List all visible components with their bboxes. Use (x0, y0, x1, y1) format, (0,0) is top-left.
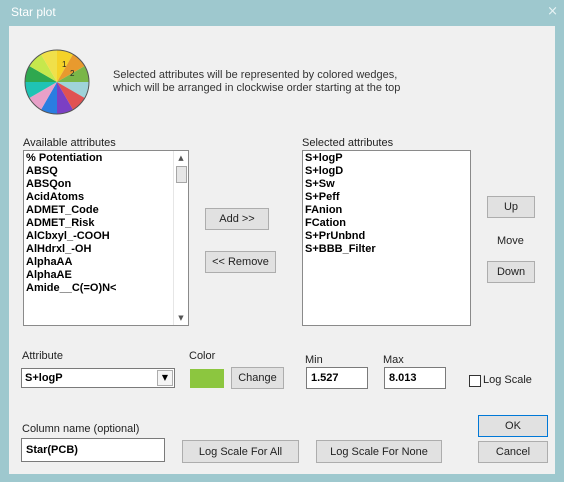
column-name-input[interactable]: Star(PCB) (21, 438, 165, 462)
min-label: Min (305, 354, 323, 366)
scroll-up-arrow-icon[interactable]: ▲ (174, 151, 188, 165)
scroll-down-arrow-icon[interactable]: ▼ (174, 311, 188, 325)
intro-line-1: Selected attributes will be represented … (113, 69, 398, 81)
list-item[interactable]: ADMET_Risk (24, 217, 116, 230)
attribute-select[interactable]: S+logP ▼ (21, 368, 175, 388)
window-title: Star plot (11, 5, 56, 19)
title-bar: Star plot × (0, 0, 564, 25)
list-item[interactable]: ABSQ (24, 165, 116, 178)
dialog-body: 1 2 Selected attributes will be represen… (9, 26, 555, 474)
list-item[interactable]: Amide__C(=O)N< (24, 282, 116, 295)
selected-attributes-label: Selected attributes (302, 137, 394, 149)
max-input[interactable]: 8.013 (384, 367, 446, 389)
list-item[interactable]: FAnion (303, 204, 376, 217)
list-item[interactable]: S+Sw (303, 178, 376, 191)
list-item[interactable]: S+logD (303, 165, 376, 178)
available-list-scrollbar[interactable]: ▲ ▼ (173, 151, 188, 325)
scroll-thumb[interactable] (176, 166, 187, 183)
cancel-button[interactable]: Cancel (478, 441, 548, 463)
log-scale-label: Log Scale (483, 374, 532, 386)
wedge-label-1: 1 (62, 60, 67, 69)
move-up-button[interactable]: Up (487, 196, 535, 218)
list-item[interactable]: S+Peff (303, 191, 376, 204)
available-attributes-list[interactable]: % Potentiation ABSQ ABSQon AcidAtoms ADM… (23, 150, 189, 326)
close-icon[interactable]: × (547, 4, 558, 19)
list-item[interactable]: AcidAtoms (24, 191, 116, 204)
ok-button[interactable]: OK (478, 415, 548, 437)
column-name-label: Column name (optional) (22, 423, 140, 435)
list-item[interactable]: % Potentiation (24, 152, 116, 165)
list-item[interactable]: AlphaAE (24, 269, 116, 282)
min-input[interactable]: 1.527 (306, 367, 368, 389)
remove-button[interactable]: << Remove (205, 251, 276, 273)
color-label: Color (189, 350, 216, 362)
color-swatch (190, 369, 224, 388)
chevron-down-icon[interactable]: ▼ (157, 370, 173, 386)
star-plot-pie-icon: 1 2 (24, 49, 90, 115)
selected-attributes-list[interactable]: S+logP S+logD S+Sw S+Peff FAnion FCation… (302, 150, 471, 326)
available-attributes-label: Available attributes (23, 137, 116, 149)
add-button[interactable]: Add >> (205, 208, 269, 230)
intro-text: Selected attributes will be represented … (113, 69, 400, 95)
change-color-button[interactable]: Change (231, 367, 284, 389)
list-item[interactable]: ABSQon (24, 178, 116, 191)
move-down-button[interactable]: Down (487, 261, 535, 283)
list-item[interactable]: AlCbxyl_-COOH (24, 230, 116, 243)
wedge-label-2: 2 (70, 69, 75, 78)
list-item[interactable]: S+logP (303, 152, 376, 165)
move-label: Move (497, 235, 524, 247)
intro-line-2: which will be arranged in clockwise orde… (113, 82, 401, 94)
log-scale-for-all-button[interactable]: Log Scale For All (182, 440, 299, 463)
list-item[interactable]: AlphaAA (24, 256, 116, 269)
list-item[interactable]: ADMET_Code (24, 204, 116, 217)
list-item[interactable]: AlHdrxl_-OH (24, 243, 116, 256)
attribute-label: Attribute (22, 350, 63, 362)
log-scale-for-none-button[interactable]: Log Scale For None (316, 440, 442, 463)
list-item[interactable]: S+PrUnbnd (303, 230, 376, 243)
attribute-select-value: S+logP (25, 372, 63, 384)
log-scale-checkbox[interactable] (469, 375, 481, 387)
max-label: Max (383, 354, 404, 366)
list-item[interactable]: FCation (303, 217, 376, 230)
list-item[interactable]: S+BBB_Filter (303, 243, 376, 256)
